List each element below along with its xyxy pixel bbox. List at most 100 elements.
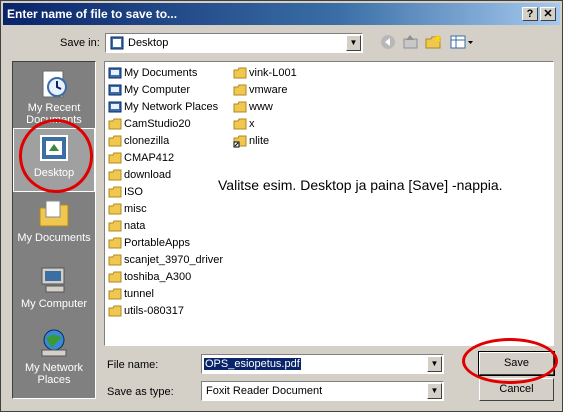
desktop-small-icon <box>110 36 124 50</box>
folder-icon <box>233 101 247 113</box>
list-item-label: vmware <box>249 84 288 96</box>
list-item[interactable]: tunnel <box>108 286 154 302</box>
list-item[interactable]: utils-080317 <box>108 303 184 319</box>
places-bar: My Recent Documents Desktop My Documents <box>12 61 96 399</box>
network-places-icon <box>41 329 67 357</box>
list-item[interactable]: My Documents <box>108 65 197 81</box>
file-list[interactable]: My Documents My Computer My Network Places… <box>104 61 554 346</box>
save-as-type-value: Foxit Reader Document <box>206 385 323 397</box>
back-icon[interactable] <box>378 34 398 52</box>
file-name-field[interactable]: OPS_esiopetus.pdf ▼ <box>201 354 444 374</box>
view-menu-icon[interactable] <box>449 34 475 52</box>
instruction-annotation: Valitse esim. Desktop ja paina [Save] -n… <box>218 177 503 193</box>
list-item-label: tunnel <box>124 288 154 300</box>
folder-icon <box>108 152 122 164</box>
list-item-label: CamStudio20 <box>124 118 191 130</box>
list-item-label: CMAP412 <box>124 152 175 164</box>
place-my-computer[interactable]: My Computer <box>13 260 95 324</box>
new-folder-icon[interactable] <box>424 34 444 52</box>
list-item[interactable]: ISO <box>108 184 143 200</box>
place-label: My Network Places <box>24 362 84 386</box>
file-name-value[interactable]: OPS_esiopetus.pdf <box>204 358 301 370</box>
list-item-label: My Network Places <box>124 101 219 113</box>
list-item[interactable]: CMAP412 <box>108 150 174 166</box>
list-item-label: PortableApps <box>124 237 191 249</box>
list-item-label: clonezilla <box>124 135 170 147</box>
list-item[interactable]: nlite <box>233 133 269 149</box>
chevron-down-icon[interactable]: ▼ <box>427 356 442 372</box>
list-item-label: www <box>249 101 273 113</box>
list-item-label: scanjet_3970_driver <box>124 254 224 266</box>
list-item[interactable]: clonezilla <box>108 133 169 149</box>
title-bar: Enter name of file to save to... ? ✕ <box>3 3 560 25</box>
save-in-label: Save in: <box>60 37 100 49</box>
system-folder-icon <box>108 101 122 113</box>
chevron-down-icon[interactable]: ▼ <box>427 383 442 399</box>
place-network-places[interactable]: My Network Places <box>13 324 95 388</box>
folder-icon <box>108 118 122 130</box>
save-in-value: Desktop <box>128 37 169 49</box>
list-item-label: x <box>249 118 255 130</box>
folder-icon <box>108 186 122 198</box>
save-dialog: Enter name of file to save to... ? ✕ Sav… <box>0 0 563 412</box>
folder-icon <box>108 254 122 266</box>
system-folder-icon <box>108 67 122 79</box>
list-item-label: misc <box>124 203 147 215</box>
file-name-label: File name: <box>107 359 159 371</box>
my-documents-icon <box>39 200 69 227</box>
place-label: My Recent Documents <box>26 102 82 126</box>
list-item[interactable]: x <box>233 116 255 132</box>
list-item-label: nlite <box>249 135 270 147</box>
list-item[interactable]: scanjet_3970_driver <box>108 252 223 268</box>
list-item[interactable]: PortableApps <box>108 235 190 251</box>
list-item[interactable]: CamStudio20 <box>108 116 191 132</box>
folder-shortcut-icon <box>233 135 247 148</box>
list-item-label: utils-080317 <box>124 305 184 317</box>
folder-icon <box>108 288 122 300</box>
list-item[interactable]: My Computer <box>108 82 190 98</box>
folder-icon <box>233 118 247 130</box>
chevron-down-icon[interactable]: ▼ <box>346 35 361 51</box>
desktop-icon <box>40 135 68 161</box>
folder-icon <box>108 169 122 181</box>
list-item-label: nata <box>124 220 146 232</box>
my-computer-icon <box>41 267 65 293</box>
save-in-combo[interactable]: Desktop ▼ <box>105 33 363 53</box>
list-item[interactable]: nata <box>108 218 145 234</box>
place-label: Desktop <box>33 167 75 179</box>
save-as-type-label: Save as type: <box>107 386 174 398</box>
list-item-label: My Documents <box>124 67 198 79</box>
folder-icon <box>108 135 122 147</box>
close-button[interactable]: ✕ <box>540 7 556 21</box>
list-item-label: download <box>124 169 172 181</box>
up-folder-icon[interactable] <box>401 34 421 52</box>
folder-icon <box>108 271 122 283</box>
place-recent-documents[interactable]: My Recent Documents <box>13 64 95 128</box>
place-desktop[interactable]: Desktop <box>13 128 95 192</box>
list-item[interactable]: My Network Places <box>108 99 218 115</box>
folder-icon <box>233 84 247 96</box>
save-as-type-select[interactable]: Foxit Reader Document ▼ <box>201 381 444 401</box>
place-label: My Computer <box>20 298 88 310</box>
system-folder-icon <box>108 84 122 96</box>
recent-documents-icon <box>42 70 67 98</box>
list-item-label: toshiba_A300 <box>124 271 192 283</box>
folder-icon <box>108 203 122 215</box>
list-item[interactable]: download <box>108 167 171 183</box>
help-button[interactable]: ? <box>522 7 538 21</box>
cancel-button[interactable]: Cancel <box>479 378 554 401</box>
list-item[interactable]: toshiba_A300 <box>108 269 191 285</box>
list-item-label: ISO <box>124 186 143 198</box>
folder-icon <box>108 220 122 232</box>
list-item[interactable]: www <box>233 99 273 115</box>
list-item[interactable]: vink-L001 <box>233 65 297 81</box>
save-button[interactable]: Save <box>478 351 555 376</box>
list-item[interactable]: misc <box>108 201 147 217</box>
place-my-documents[interactable]: My Documents <box>13 194 95 258</box>
place-label: My Documents <box>17 232 91 244</box>
folder-icon <box>108 305 122 317</box>
folder-icon <box>108 237 122 249</box>
list-item-label: My Computer <box>124 84 191 96</box>
list-item-label: vink-L001 <box>249 67 297 79</box>
list-item[interactable]: vmware <box>233 82 288 98</box>
